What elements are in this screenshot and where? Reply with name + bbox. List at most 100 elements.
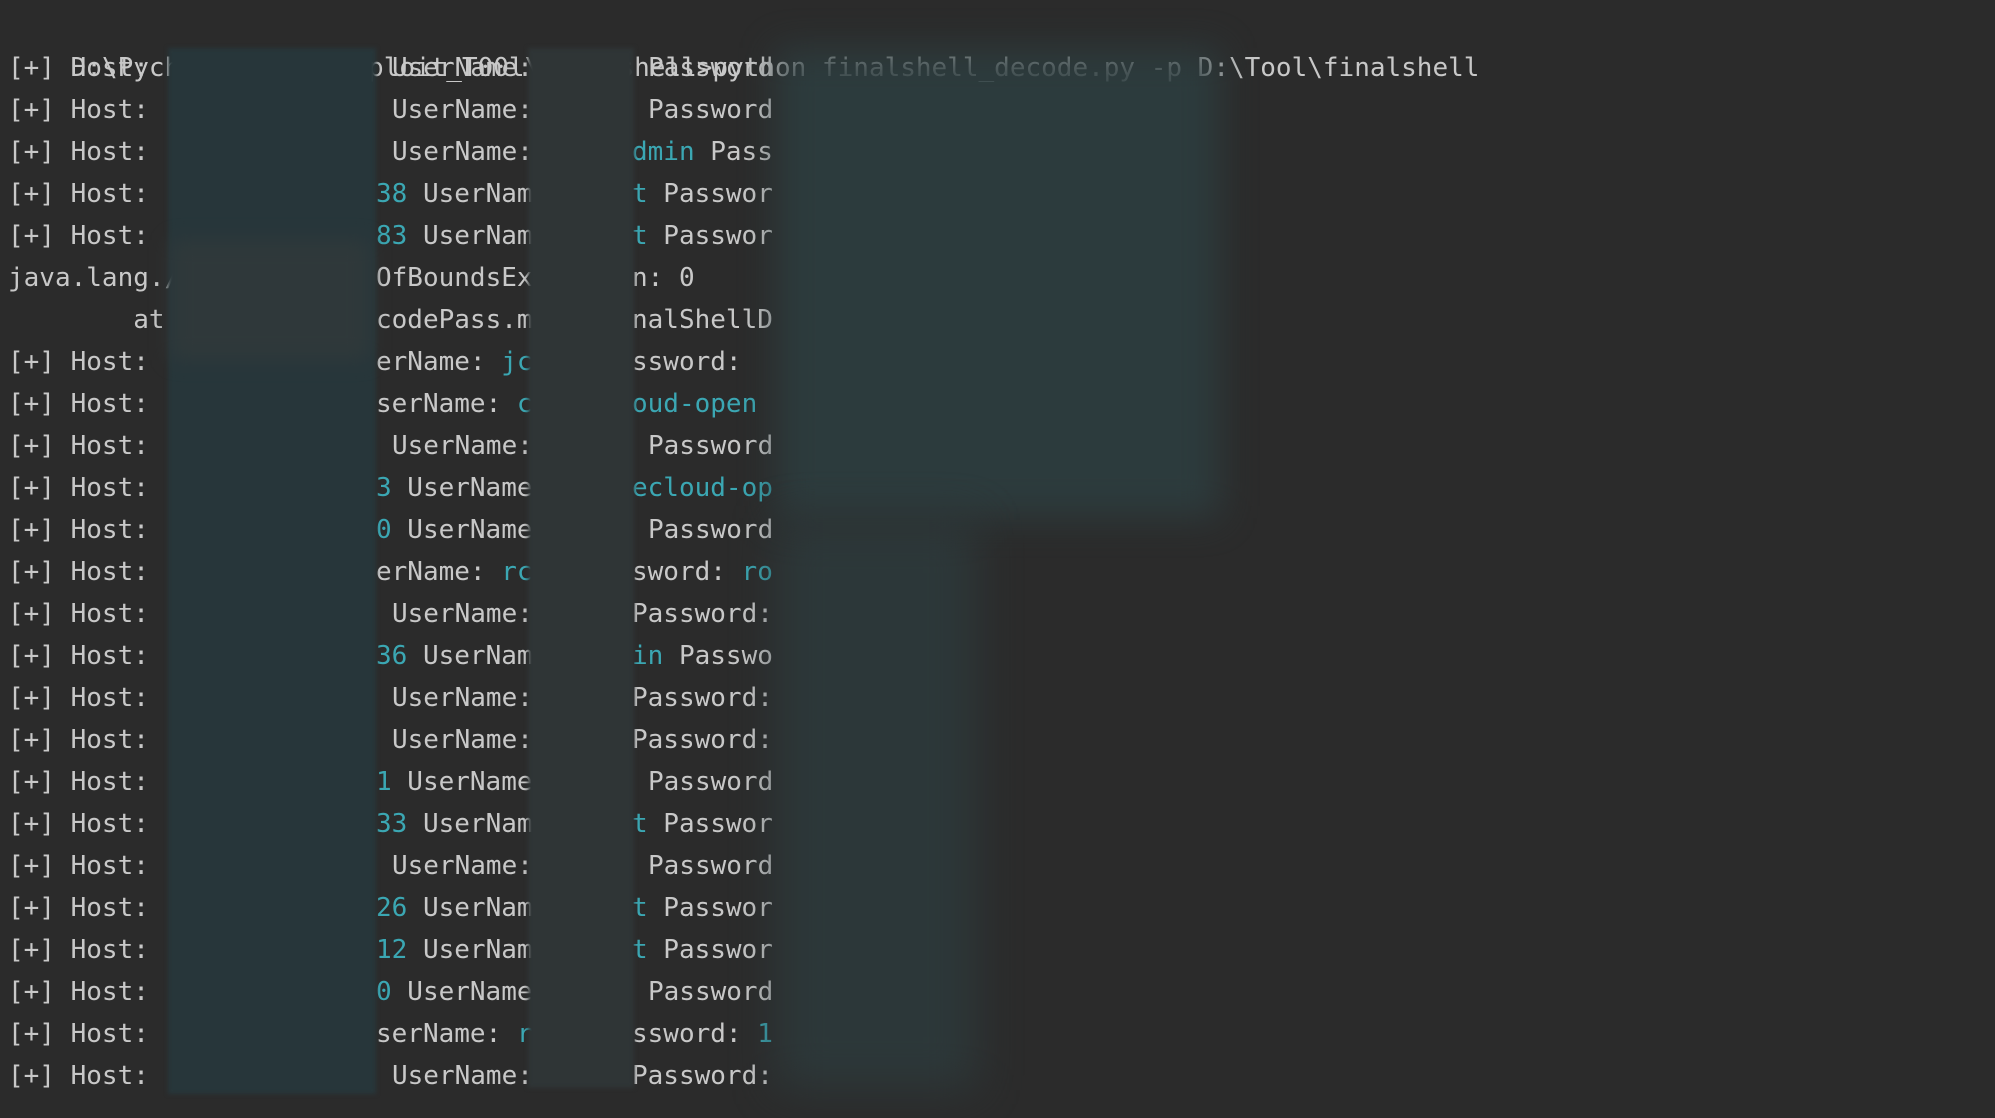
password-value: ro xyxy=(741,557,773,587)
output-line: [+] Host: UserName: Password: xyxy=(0,719,1995,761)
password-label: sword: xyxy=(632,557,742,587)
username-label: OfBoundsEx xyxy=(376,263,533,293)
username-label: UserName xyxy=(391,977,533,1007)
username-label: UserName xyxy=(391,515,533,545)
row-prefix: [+] Host: xyxy=(8,767,165,797)
host-suffix: 26 xyxy=(376,893,408,923)
output-line: [+] Host: 33 UserNam t Passwor xyxy=(0,803,1995,845)
output-line: [+] Host: 0 UserName Password xyxy=(0,971,1995,1013)
username-label: UserName: xyxy=(392,53,533,83)
username-label: UserName: xyxy=(392,851,533,881)
password-label: Passwo xyxy=(663,641,773,671)
output-line: at codePass.m nalShellD xyxy=(0,299,1995,341)
username-value: dmin xyxy=(632,137,695,167)
host-suffix: 0 xyxy=(376,977,392,1007)
output-line: [+] Host: serName: c oud-open xyxy=(0,383,1995,425)
row-prefix: [+] Host: xyxy=(8,95,165,125)
output-line: [+] Host: 3 UserName ecloud-op xyxy=(0,467,1995,509)
password-label: Password: xyxy=(632,725,773,755)
password-label: nalShellD xyxy=(632,305,773,335)
password-label: Password xyxy=(648,767,774,797)
command-line: D:\PycharmProject\Sploit_T00l\finalshell… xyxy=(8,5,1480,83)
row-prefix: [+] Host: xyxy=(8,1019,165,1049)
row-prefix: [+] Host: xyxy=(8,515,165,545)
output-line: [+] Host: UserName: Password xyxy=(0,47,1995,89)
password-label: Password: xyxy=(632,599,773,629)
host-suffix: 83 xyxy=(376,221,408,251)
username-value: t xyxy=(632,221,648,251)
row-prefix: [+] Host: xyxy=(8,893,165,923)
output-line: [+] Host: 1 UserName Password xyxy=(0,761,1995,803)
username-label: UserNam xyxy=(407,935,533,965)
username-label: UserName xyxy=(391,767,533,797)
row-prefix: [+] Host: xyxy=(8,725,165,755)
host-suffix: 33 xyxy=(376,809,408,839)
username-label: UserName: xyxy=(392,1061,533,1091)
row-prefix: [+] Host: xyxy=(8,221,165,251)
row-prefix: java.lang./ xyxy=(8,263,181,293)
row-prefix: [+] Host: xyxy=(8,473,165,503)
password-label: Password xyxy=(648,431,774,461)
username-value: oud-open xyxy=(632,389,758,419)
username-value: c xyxy=(516,389,533,419)
output-line: [+] Host: UserName: dmin Pass xyxy=(0,131,1995,173)
row-prefix: [+] Host: xyxy=(8,599,165,629)
output-line: [+] Host: 38 UserNam t Passwor xyxy=(0,173,1995,215)
password-label: Password xyxy=(648,977,774,1007)
host-suffix: 12 xyxy=(376,935,408,965)
row-prefix: [+] Host: xyxy=(8,683,165,713)
username-value: t xyxy=(632,893,648,923)
username-value: t xyxy=(632,809,648,839)
row-prefix: [+] Host: xyxy=(8,53,165,83)
username-label: UserName: xyxy=(392,599,533,629)
username-value: jc xyxy=(501,347,533,377)
password-label: Password: xyxy=(632,1061,773,1091)
password-label: Passwor xyxy=(647,221,773,251)
username-value: t xyxy=(632,935,648,965)
username-value: r xyxy=(516,1019,533,1049)
row-prefix: [+] Host: xyxy=(8,389,165,419)
host-suffix: 1 xyxy=(376,767,392,797)
password-label: Pass xyxy=(694,137,773,167)
username-label: UserNam xyxy=(407,179,533,209)
output-line: [+] Host: UserName: Password: xyxy=(0,1055,1995,1097)
password-label: Passwor xyxy=(647,179,773,209)
output-line: [+] Host: UserName: Password: xyxy=(0,593,1995,635)
host-suffix: 0 xyxy=(376,515,392,545)
row-prefix: [+] Host: xyxy=(8,851,165,881)
username-label: erName: xyxy=(376,557,502,587)
password-value: 1 xyxy=(757,1019,773,1049)
username-label: UserName: xyxy=(392,683,533,713)
row-prefix: [+] Host: xyxy=(8,1061,165,1091)
output-line: [+] Host: UserName: Password xyxy=(0,425,1995,467)
username-value: t xyxy=(632,179,648,209)
username-label: UserNam xyxy=(407,809,533,839)
host-suffix: 36 xyxy=(376,641,408,671)
username-label: UserNam xyxy=(407,893,533,923)
output-line: [+] Host: 83 UserNam t Passwor xyxy=(0,215,1995,257)
password-label: Password: xyxy=(632,683,773,713)
username-value: in xyxy=(632,641,664,671)
row-prefix: [+] Host: xyxy=(8,347,165,377)
row-prefix: [+] Host: xyxy=(8,179,165,209)
row-prefix: [+] Host: xyxy=(8,641,165,671)
username-label: UserName: xyxy=(392,95,533,125)
output-line: [+] Host: 36 UserNam in Passwo xyxy=(0,635,1995,677)
output-line: java.lang./ OfBoundsEx n: 0 xyxy=(0,257,1995,299)
password-label: ssword: xyxy=(632,1019,758,1049)
host-suffix: 3 xyxy=(376,473,392,503)
output-line: [+] Host: erName: rc sword: ro xyxy=(0,551,1995,593)
row-prefix: [+] Host: xyxy=(8,935,165,965)
row-prefix: [+] Host: xyxy=(8,977,165,1007)
password-label: Password xyxy=(648,515,774,545)
username-label: UserName: xyxy=(392,431,533,461)
username-value: rc xyxy=(501,557,533,587)
password-label: Password xyxy=(648,53,774,83)
username-label: erName: xyxy=(376,347,502,377)
username-label: serName: xyxy=(376,1019,517,1049)
row-prefix: [+] Host: xyxy=(8,137,165,167)
row-prefix: [+] Host: xyxy=(8,557,165,587)
output-line: [+] Host: 26 UserNam t Passwor xyxy=(0,887,1995,929)
output-line: [+] Host: 12 UserNam t Passwor xyxy=(0,929,1995,971)
row-prefix: at xyxy=(8,305,165,335)
